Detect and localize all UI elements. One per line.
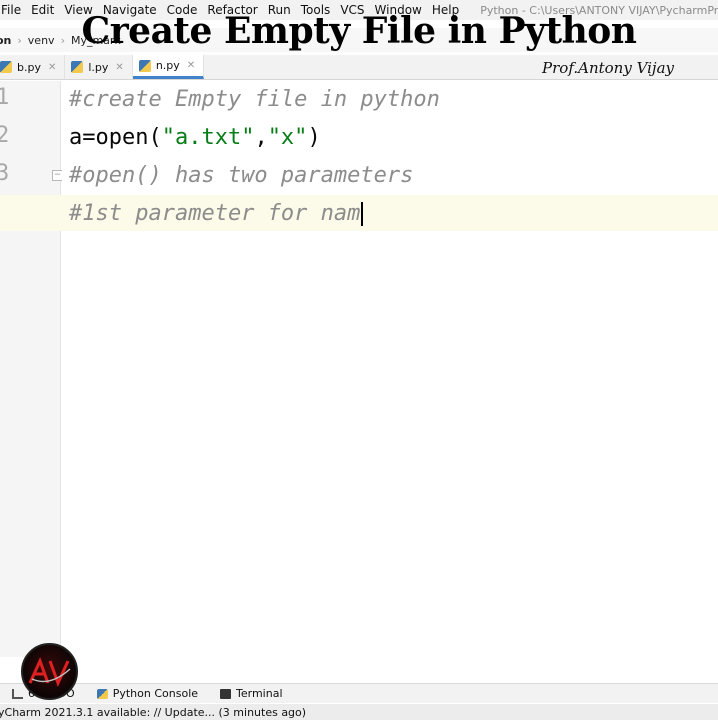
close-icon[interactable]: ✕	[187, 60, 195, 71]
status-text[interactable]: yCharm 2021.3.1 available: // Update... …	[0, 706, 306, 719]
string-literal: "a.txt"	[161, 125, 255, 150]
code-line-4[interactable]: #1st parameter for nam	[69, 198, 364, 230]
breadcrumb-folder[interactable]: My_mark	[71, 34, 121, 47]
python-file-icon	[71, 61, 84, 73]
overlay-author: Prof.Antony Vijay	[542, 59, 674, 77]
line-number: 1	[0, 85, 10, 110]
python-console-button[interactable]: Python Console	[96, 687, 199, 700]
string-literal: "x"	[267, 125, 308, 150]
menu-edit[interactable]: Edit	[26, 3, 59, 17]
breadcrumb-venv[interactable]: venv	[28, 34, 55, 47]
todo-icon	[12, 688, 23, 699]
menu-window[interactable]: Window	[370, 3, 427, 17]
tab-label: l.py	[88, 60, 109, 74]
close-icon[interactable]: ✕	[48, 62, 56, 73]
status-bar: yCharm 2021.3.1 available: // Update... …	[0, 704, 718, 720]
menu-bar: File Edit View Navigate Code Refactor Ru…	[0, 0, 718, 20]
navigation-bar: on › venv › My_mark	[0, 28, 718, 52]
close-icon[interactable]: ✕	[115, 62, 123, 73]
chevron-right-icon: ›	[17, 33, 22, 47]
code-editor[interactable]: #create Empty file in python a=open("a.t…	[0, 81, 718, 657]
tool-window-bar: 6: TODO Python Console Terminal	[0, 683, 718, 703]
breadcrumb-project[interactable]: on	[0, 34, 11, 47]
python-file-icon	[138, 59, 151, 72]
tab-label: n.py	[155, 59, 180, 72]
editor-gutter: 1 2 3 4 − −	[0, 81, 63, 657]
code-line-2[interactable]: a=open("a.txt","x")	[69, 122, 321, 154]
window-title: Python - C:\Users\ANTONY VIJAY\PycharmPr…	[480, 3, 718, 17]
text-caret	[361, 202, 364, 226]
tab-l-py[interactable]: l.py ✕	[65, 55, 133, 79]
menu-refactor[interactable]: Refactor	[202, 3, 262, 17]
tab-label: b.py	[17, 60, 41, 74]
terminal-button[interactable]: Terminal	[220, 687, 283, 700]
channel-logo	[21, 643, 78, 700]
menu-vcs[interactable]: VCS	[335, 3, 369, 17]
tab-n-py[interactable]: n.py ✕	[132, 55, 205, 79]
tool-label: Terminal	[236, 687, 283, 700]
chevron-right-icon: ›	[60, 33, 65, 47]
menu-tools[interactable]: Tools	[296, 3, 336, 17]
menu-run[interactable]: Run	[263, 3, 296, 17]
code-line-3[interactable]: #open() has two parameters	[69, 160, 413, 192]
code-token: a=open(	[69, 125, 162, 150]
menu-code[interactable]: Code	[162, 3, 203, 17]
menu-view[interactable]: View	[59, 3, 97, 17]
menu-file[interactable]: File	[0, 3, 26, 17]
code-token: #1st parameter for nam	[69, 201, 361, 226]
av-logo-icon	[28, 656, 71, 687]
code-token: )	[307, 125, 321, 150]
code-line-1[interactable]: #create Empty file in python	[69, 84, 440, 116]
line-number: 2	[0, 123, 10, 148]
menu-navigate[interactable]: Navigate	[98, 3, 162, 17]
line-number: 3	[0, 161, 10, 186]
terminal-icon	[220, 688, 232, 699]
tool-label: Python Console	[112, 687, 199, 700]
menu-help[interactable]: Help	[427, 3, 464, 17]
python-console-icon	[96, 688, 108, 699]
code-token: ,	[254, 125, 268, 150]
tab-b-py[interactable]: b.py ✕	[0, 55, 66, 79]
python-file-icon	[0, 61, 12, 73]
